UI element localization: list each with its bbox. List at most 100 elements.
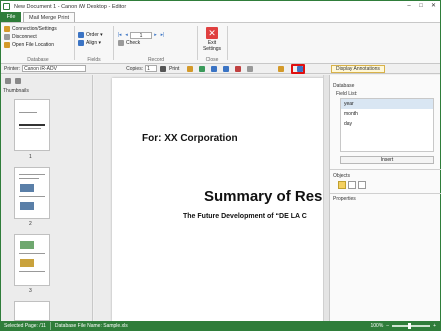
thumbnail-label-1: 1 bbox=[29, 154, 32, 160]
tab-mail-merge-print[interactable]: Mail Merge Print bbox=[23, 12, 76, 22]
thumbnail-tools bbox=[3, 78, 23, 84]
text-object-icon[interactable] bbox=[348, 181, 356, 189]
field-item-year[interactable]: year bbox=[341, 99, 433, 109]
thumb-text-line bbox=[19, 178, 39, 179]
check-button[interactable]: Check bbox=[116, 39, 196, 47]
record-group-label: Record bbox=[147, 57, 165, 63]
select-object-icon[interactable] bbox=[338, 181, 346, 189]
close-x-icon[interactable]: ✕ bbox=[206, 27, 218, 39]
disconnect-button[interactable]: Disconnect bbox=[4, 33, 72, 41]
app-icon bbox=[3, 3, 10, 10]
document-page[interactable]: For: XX Corporation Summary of Rese The … bbox=[112, 78, 329, 321]
printer-select[interactable]: Canon iR-ADV bbox=[22, 65, 87, 72]
file-tab[interactable]: File bbox=[1, 12, 21, 22]
future-subtitle: The Future Development of “DE LA C bbox=[183, 213, 307, 220]
record-number-input[interactable]: 1 bbox=[130, 31, 152, 39]
export-icon[interactable] bbox=[199, 65, 206, 72]
ribbon-tabs: File Mail Merge Print bbox=[1, 12, 440, 22]
group-divider bbox=[197, 26, 198, 60]
properties-title: Properties bbox=[333, 196, 356, 202]
group-divider bbox=[113, 26, 114, 60]
display-annotations-button[interactable]: Display Annotations bbox=[331, 65, 385, 73]
close-group: ✕ Exit Settings Close bbox=[199, 25, 225, 63]
next-record-icon[interactable]: ▸ bbox=[152, 32, 159, 39]
connection-settings-label: Connection/Settings bbox=[12, 26, 57, 32]
check-icon bbox=[118, 40, 124, 46]
folder-icon bbox=[4, 42, 10, 48]
settings-icon[interactable] bbox=[15, 78, 21, 84]
sheet-icon[interactable] bbox=[187, 65, 194, 72]
field-list-label: Field List: bbox=[336, 91, 358, 97]
database-icon bbox=[4, 26, 10, 32]
align-icon bbox=[78, 40, 84, 46]
align-button[interactable]: Align ▾ bbox=[78, 39, 110, 47]
exit-settings-label-2[interactable]: Settings bbox=[199, 46, 225, 52]
thumbnail-page-2[interactable] bbox=[14, 167, 50, 219]
status-divider bbox=[49, 322, 51, 330]
maximize-button[interactable]: □ bbox=[415, 1, 427, 11]
objects-title: Objects bbox=[333, 173, 350, 179]
cut-icon[interactable] bbox=[235, 65, 242, 72]
thumbnail-page-3[interactable] bbox=[14, 234, 50, 286]
thumb-image bbox=[20, 202, 34, 210]
thumb-text-line bbox=[19, 128, 41, 129]
thumb-text-line bbox=[19, 271, 45, 272]
print-button[interactable]: Print bbox=[169, 66, 179, 72]
check-label: Check bbox=[126, 40, 141, 46]
for-heading: For: XX Corporation bbox=[142, 133, 238, 144]
thumbnail-page-1[interactable] bbox=[14, 99, 50, 151]
printer-icon[interactable] bbox=[160, 65, 167, 72]
thumbnail-label-2: 2 bbox=[29, 221, 32, 227]
panel-divider bbox=[330, 193, 441, 194]
view-icon[interactable] bbox=[5, 78, 11, 84]
align-label: Align bbox=[86, 40, 98, 46]
image-object-icon[interactable] bbox=[358, 181, 366, 189]
panel-divider bbox=[330, 169, 441, 170]
field-list: year month day bbox=[340, 98, 434, 152]
minimize-button[interactable]: – bbox=[403, 1, 415, 11]
zoom-control: 100% – + bbox=[371, 322, 436, 330]
paste-special-icon[interactable] bbox=[278, 65, 285, 72]
thumb-text-line bbox=[19, 124, 45, 126]
database-group-label: Database bbox=[27, 57, 49, 63]
printer-label: Printer: bbox=[4, 65, 21, 72]
document-area[interactable]: For: XX Corporation Summary of Rese The … bbox=[94, 75, 329, 321]
redo-icon[interactable] bbox=[223, 65, 230, 72]
thumb-text-line bbox=[19, 112, 37, 113]
order-label: Order bbox=[86, 32, 99, 38]
connection-settings-button[interactable]: Connection/Settings bbox=[4, 25, 72, 33]
fields-group: Order ▾ Align ▾ Fields bbox=[78, 25, 110, 63]
thumb-text-line bbox=[19, 196, 45, 197]
zoom-slider-knob[interactable] bbox=[408, 323, 412, 329]
database-panel: Database Field List: year month day Inse… bbox=[329, 75, 441, 321]
first-record-icon[interactable]: |◂ bbox=[116, 32, 123, 39]
order-button[interactable]: Order ▾ bbox=[78, 31, 110, 39]
thumbnail-page-4[interactable] bbox=[14, 301, 50, 321]
disconnect-icon bbox=[4, 34, 10, 40]
zoom-out-icon[interactable]: – bbox=[386, 323, 389, 329]
order-icon bbox=[78, 32, 84, 38]
object-tools bbox=[338, 181, 368, 189]
copy-icon[interactable] bbox=[247, 65, 254, 72]
app-window: New Document 1 - Canon iW Desktop - Edit… bbox=[0, 0, 441, 331]
copies-input[interactable]: 1 bbox=[145, 65, 158, 72]
zoom-slider[interactable] bbox=[392, 323, 431, 329]
disconnect-label: Disconnect bbox=[12, 34, 37, 40]
field-item-month[interactable]: month bbox=[341, 109, 433, 119]
open-file-location-label: Open File Location bbox=[12, 42, 54, 48]
thumb-image bbox=[20, 241, 34, 249]
field-item-day[interactable]: day bbox=[341, 119, 433, 129]
previous-record-icon[interactable]: ◂ bbox=[123, 32, 130, 39]
title-bar: New Document 1 - Canon iW Desktop - Edit… bbox=[1, 1, 440, 12]
insert-button[interactable]: Insert bbox=[340, 156, 434, 164]
close-button[interactable]: ✕ bbox=[427, 1, 440, 11]
last-record-icon[interactable]: ▸| bbox=[159, 32, 166, 39]
record-navigator: |◂ ◂ 1 ▸ ▸| bbox=[116, 31, 196, 39]
undo-icon[interactable] bbox=[211, 65, 218, 72]
open-file-location-button[interactable]: Open File Location bbox=[4, 41, 72, 49]
thumb-text-line bbox=[19, 253, 45, 254]
record-group: |◂ ◂ 1 ▸ ▸| Check Record bbox=[116, 25, 196, 63]
zoom-in-icon[interactable]: + bbox=[433, 323, 436, 329]
selected-page-status: Selected Page: /11 bbox=[4, 323, 46, 329]
highlight-box bbox=[291, 64, 305, 74]
